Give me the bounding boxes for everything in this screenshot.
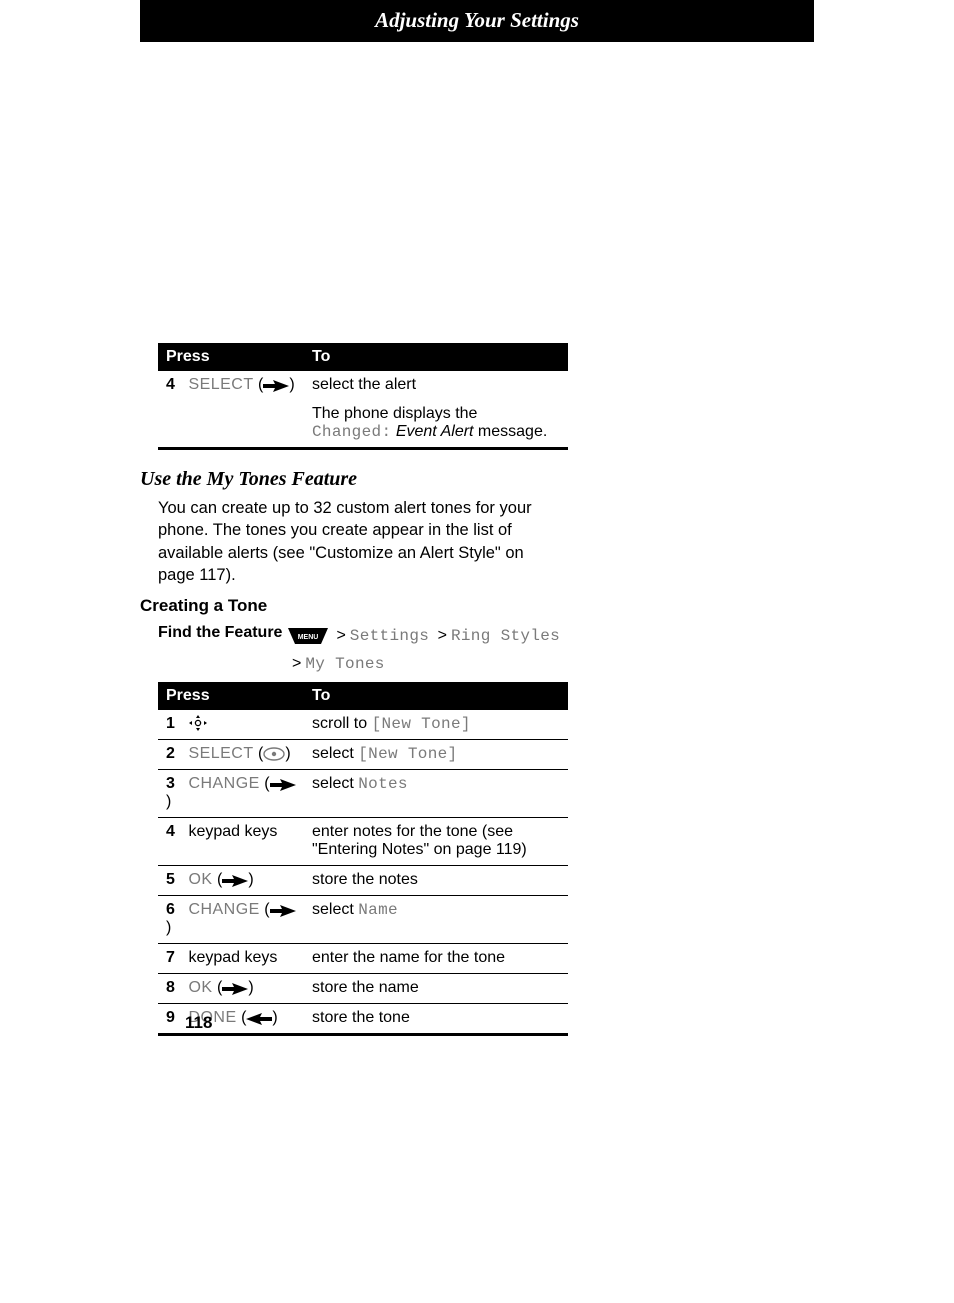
softkey-label: OK (188, 979, 212, 996)
right-softkey-icon (263, 380, 289, 392)
svg-text:MENU: MENU (298, 634, 319, 641)
step-number: 4 (166, 823, 184, 841)
step-action: select Notes (304, 770, 568, 818)
table-row: 8 OK ()store the name (158, 974, 568, 1004)
table-row: 4 SELECT () select the alert (158, 371, 568, 400)
step-number: 2 (166, 745, 184, 763)
section-paragraph: You can create up to 32 custom alert ton… (158, 497, 558, 586)
step-action: scroll to [New Tone] (304, 710, 568, 740)
table-row: 2 SELECT ()select [New Tone] (158, 740, 568, 770)
col-to: To (304, 343, 568, 371)
step-number: 5 (166, 871, 184, 889)
menu-key-icon: MENU (288, 628, 328, 652)
step-action: select the alert (304, 371, 568, 400)
col-press: Press (158, 343, 304, 371)
step-action: enter notes for the tone (see "Entering … (304, 818, 568, 866)
page-body: Press To 4 SELECT () select the alert Th… (0, 68, 954, 1303)
find-feature-path: MENU >Settings >Ring Styles >My Tones (288, 624, 814, 676)
softkey-label: OK (188, 871, 212, 888)
step-action: select Name (304, 896, 568, 944)
nav-4way-icon (188, 715, 208, 731)
table-press-to-2: Press To 1 scroll to [New Tone]2 SELECT … (158, 682, 568, 1036)
key-label: keypad keys (188, 823, 277, 840)
col-to: To (304, 682, 568, 710)
page-title-bar: Adjusting Your Settings (140, 0, 814, 42)
right-softkey-icon (222, 875, 248, 887)
step-number: 7 (166, 949, 184, 967)
table-row: 7 keypad keys enter the name for the tone (158, 944, 568, 974)
table-row: 6 CHANGE ()select Name (158, 896, 568, 944)
softkey-label: CHANGE (188, 901, 259, 918)
table-row: 9 DONE ()store the tone (158, 1004, 568, 1035)
step-note: The phone displays the Changed: Event Al… (304, 400, 568, 449)
softkey-label: CHANGE (188, 775, 259, 792)
softkey-label: SELECT (188, 376, 253, 393)
center-select-icon (263, 747, 285, 761)
table-press-to-1: Press To 4 SELECT () select the alert Th… (158, 343, 568, 450)
col-press: Press (158, 682, 304, 710)
step-number: 8 (166, 979, 184, 997)
right-softkey-icon (270, 905, 296, 917)
find-the-feature: Find the Feature MENU >Settings >Ring St… (158, 624, 814, 676)
section-heading: Use the My Tones Feature (140, 468, 814, 491)
table-row: The phone displays the Changed: Event Al… (158, 400, 568, 449)
step-action: store the name (304, 974, 568, 1004)
table-row: 1 scroll to [New Tone] (158, 710, 568, 740)
step-number: 9 (166, 1009, 184, 1027)
step-action: store the notes (304, 866, 568, 896)
table-row: 5 OK ()store the notes (158, 866, 568, 896)
step-number: 4 (166, 376, 184, 394)
step-number: 6 (166, 901, 184, 919)
right-softkey-icon (222, 983, 248, 995)
key-label: keypad keys (188, 949, 277, 966)
page-number: 118 (185, 1013, 212, 1033)
step-action: select [New Tone] (304, 740, 568, 770)
left-softkey-icon (246, 1013, 272, 1025)
step-number: 3 (166, 775, 184, 793)
table-row: 4 keypad keys enter notes for the tone (s… (158, 818, 568, 866)
step-number: 1 (166, 715, 184, 733)
softkey-label: SELECT (188, 745, 253, 762)
find-feature-label: Find the Feature (158, 624, 288, 676)
step-action: enter the name for the tone (304, 944, 568, 974)
table-row: 3 CHANGE ()select Notes (158, 770, 568, 818)
step-action: store the tone (304, 1004, 568, 1035)
subheading: Creating a Tone (140, 596, 814, 616)
right-softkey-icon (270, 779, 296, 791)
